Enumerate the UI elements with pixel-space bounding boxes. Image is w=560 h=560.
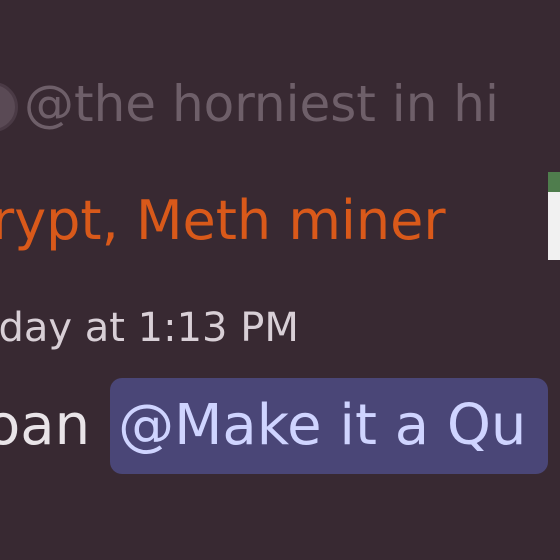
role-badge-icon <box>548 172 560 260</box>
reply-avatar[interactable] <box>0 82 18 132</box>
chat-message-viewport: @the horniest in hi rypt, Meth miner oda… <box>0 0 560 560</box>
message-username[interactable]: rypt, Meth miner <box>0 186 446 256</box>
message-timestamp: oday at 1:13 PM <box>0 305 299 351</box>
message-text: oan <box>0 393 91 458</box>
message-content: oan @Make it a Qu <box>0 378 549 474</box>
reply-author[interactable]: @the horniest in hi <box>24 72 499 136</box>
user-mention[interactable]: @Make it a Qu <box>110 378 549 474</box>
